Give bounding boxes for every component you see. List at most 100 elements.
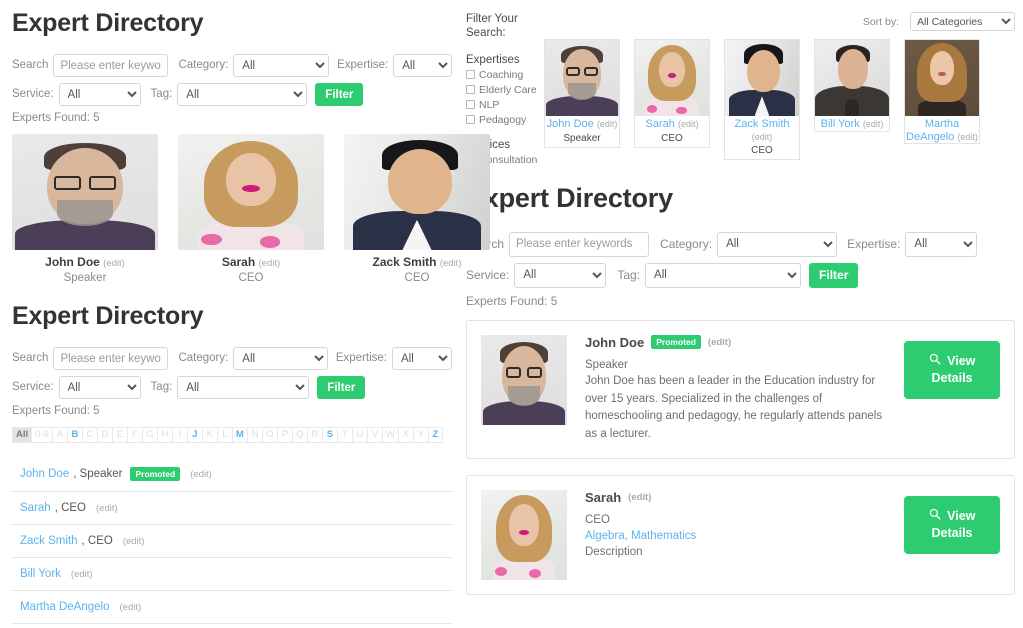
- alpha-filter-t[interactable]: T: [336, 427, 352, 443]
- alpha-filter-a[interactable]: A: [51, 427, 67, 443]
- expertise-checkbox-row[interactable]: Pedagogy: [466, 114, 544, 126]
- alpha-filter-g[interactable]: G: [141, 427, 157, 443]
- alpha-filter-d[interactable]: D: [96, 427, 112, 443]
- expertise-select[interactable]: All: [905, 231, 978, 257]
- expert-name-link[interactable]: John Doe: [20, 468, 69, 480]
- category-select[interactable]: All: [717, 231, 838, 257]
- expert-name-link[interactable]: Zack Smith (edit): [725, 116, 799, 143]
- tag-select[interactable]: All: [645, 262, 802, 288]
- alpha-filter-f[interactable]: F: [126, 427, 142, 443]
- edit-link[interactable]: (edit): [190, 469, 212, 480]
- checkbox-icon[interactable]: [466, 100, 475, 110]
- edit-link[interactable]: (edit): [752, 132, 773, 142]
- edit-link[interactable]: (edit): [120, 602, 142, 613]
- alpha-filter-h[interactable]: H: [156, 427, 172, 443]
- expert-name-link[interactable]: Sarah (edit): [635, 116, 709, 131]
- tag-select[interactable]: All: [177, 376, 310, 399]
- expert-name[interactable]: John Doe Promoted (edit): [585, 335, 904, 350]
- expert-detail-card[interactable]: Sarah (edit) CEO Algebra, Mathematics Descri…: [466, 475, 1015, 595]
- alpha-filter-all[interactable]: All: [12, 427, 32, 443]
- expert-name-link[interactable]: Sarah: [20, 502, 51, 514]
- expert-name-link[interactable]: Martha DeAngelo (edit): [905, 116, 979, 143]
- expertise-checkbox-row[interactable]: Coaching: [466, 69, 544, 81]
- expert-name-link[interactable]: John Doe (edit): [545, 116, 619, 131]
- list-item[interactable]: John Doe , Speaker Promoted (edit): [12, 457, 452, 493]
- alpha-filter-k[interactable]: K: [201, 427, 217, 443]
- checkbox-icon[interactable]: [466, 85, 475, 95]
- edit-link[interactable]: (edit): [103, 258, 125, 269]
- expert-card[interactable]: John Doe (edit) Speaker: [12, 134, 158, 284]
- alpha-filter-m[interactable]: M: [231, 427, 247, 443]
- edit-link[interactable]: (edit): [259, 258, 281, 269]
- expert-name[interactable]: John Doe (edit): [12, 255, 158, 269]
- service-select[interactable]: All: [58, 376, 141, 399]
- alpha-filter-j[interactable]: J: [186, 427, 202, 443]
- edit-link[interactable]: (edit): [597, 119, 618, 129]
- edit-link[interactable]: (edit): [628, 492, 651, 503]
- alpha-filter-o[interactable]: O: [261, 427, 277, 443]
- view-details-button[interactable]: View Details: [904, 340, 1000, 399]
- alpha-filter-p[interactable]: P: [276, 427, 292, 443]
- expert-name-link[interactable]: Zack Smith: [20, 535, 78, 547]
- carousel-expert-card[interactable]: Martha DeAngelo (edit): [904, 39, 980, 145]
- edit-link[interactable]: (edit): [440, 258, 462, 269]
- edit-link[interactable]: (edit): [708, 337, 731, 348]
- list-item[interactable]: Zack Smith, CEO (edit): [12, 525, 452, 559]
- category-select[interactable]: All: [233, 347, 328, 370]
- alpha-filter-s[interactable]: S: [321, 427, 337, 443]
- expertise-select[interactable]: All: [393, 54, 452, 77]
- filter-button[interactable]: Filter: [315, 83, 364, 106]
- search-input[interactable]: [53, 347, 169, 370]
- alpha-filter-z[interactable]: Z: [427, 427, 443, 443]
- carousel-expert-card[interactable]: Bill York (edit): [814, 39, 890, 132]
- view-details-button[interactable]: View Details: [904, 496, 1000, 554]
- alpha-filter-n[interactable]: N: [246, 427, 262, 443]
- alphabet-filter[interactable]: All 0-9 A B C D E F G H I J K L M N O P Q R S T U V W X Y Z: [12, 427, 452, 443]
- expert-name-link[interactable]: Martha DeAngelo: [20, 601, 110, 613]
- alpha-filter-u[interactable]: U: [351, 427, 367, 443]
- edit-link[interactable]: (edit): [678, 119, 699, 129]
- search-input[interactable]: [53, 54, 169, 77]
- expert-detail-card[interactable]: John Doe Promoted (edit) Speaker John Doe ha…: [466, 319, 1015, 459]
- alpha-filter-r[interactable]: R: [306, 427, 322, 443]
- alpha-filter-l[interactable]: L: [216, 427, 232, 443]
- carousel-expert-card[interactable]: Sarah (edit) CEO: [634, 39, 710, 148]
- alpha-filter-b[interactable]: B: [66, 427, 82, 443]
- alpha-filter-e[interactable]: E: [111, 427, 127, 443]
- sort-by-select[interactable]: All Categories: [910, 12, 1015, 31]
- alpha-filter-0-9[interactable]: 0-9: [31, 427, 52, 443]
- checkbox-icon[interactable]: [466, 115, 475, 125]
- carousel-expert-card[interactable]: Zack Smith (edit) CEO: [724, 39, 800, 161]
- expertise-checkbox-row[interactable]: Elderly Care: [466, 84, 544, 96]
- alpha-filter-q[interactable]: Q: [291, 427, 307, 443]
- tag-select[interactable]: All: [177, 83, 308, 106]
- edit-link[interactable]: (edit): [123, 536, 145, 547]
- expert-name-link[interactable]: Bill York: [20, 568, 61, 580]
- checkbox-icon[interactable]: [466, 70, 475, 80]
- alpha-filter-i[interactable]: I: [171, 427, 187, 443]
- alpha-filter-c[interactable]: C: [81, 427, 97, 443]
- service-select[interactable]: All: [514, 262, 607, 288]
- search-input[interactable]: [509, 231, 650, 257]
- filter-button[interactable]: Filter: [317, 376, 366, 399]
- edit-link[interactable]: (edit): [96, 503, 118, 514]
- expert-tags[interactable]: Algebra, Mathematics: [585, 530, 904, 542]
- list-item[interactable]: Sarah, CEO (edit): [12, 492, 452, 526]
- edit-link[interactable]: (edit): [863, 119, 884, 129]
- expert-name-link[interactable]: Bill York (edit): [815, 116, 889, 131]
- service-select[interactable]: All: [58, 83, 141, 106]
- edit-link[interactable]: (edit): [71, 569, 93, 580]
- alpha-filter-x[interactable]: X: [397, 427, 413, 443]
- expertise-select[interactable]: All: [392, 347, 452, 370]
- edit-link[interactable]: (edit): [957, 132, 978, 142]
- alpha-filter-y[interactable]: Y: [412, 427, 428, 443]
- filter-button[interactable]: Filter: [809, 262, 859, 288]
- carousel-expert-card[interactable]: John Doe (edit) Speaker: [544, 39, 620, 148]
- alpha-filter-w[interactable]: W: [381, 427, 398, 443]
- expert-name[interactable]: Sarah (edit): [585, 490, 904, 505]
- category-select[interactable]: All: [233, 54, 330, 77]
- expert-card[interactable]: Sarah (edit) CEO: [178, 134, 324, 284]
- list-item[interactable]: Bill York (edit): [12, 558, 452, 592]
- list-item[interactable]: Martha DeAngelo (edit): [12, 591, 452, 625]
- expertise-checkbox-row[interactable]: NLP: [466, 99, 544, 111]
